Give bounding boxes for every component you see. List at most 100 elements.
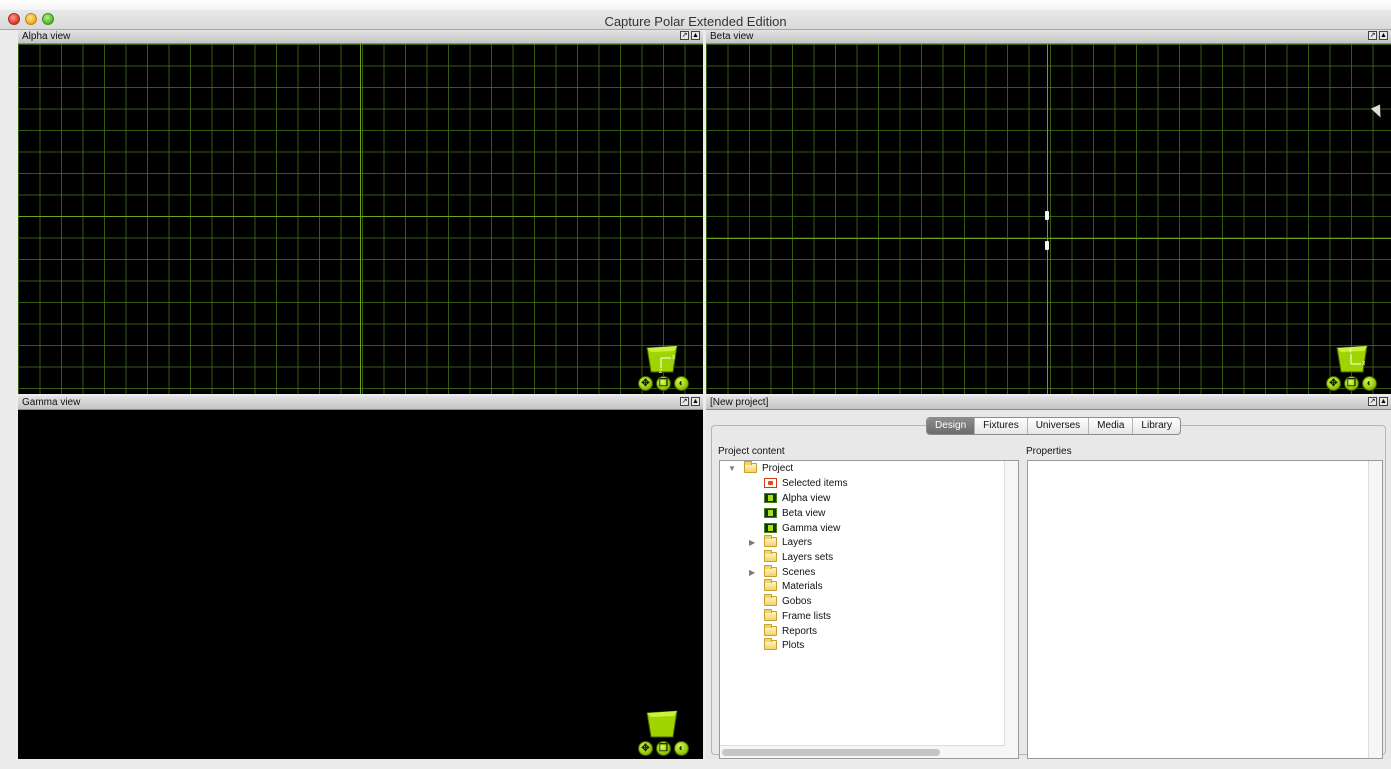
detach-icon[interactable]: ↗ — [680, 397, 689, 406]
tab-bar: Design Fixtures Universes Media Library — [926, 417, 1181, 435]
tree-item-project[interactable]: Project — [744, 461, 793, 475]
folder-icon — [764, 609, 777, 621]
tree-item-plots[interactable]: Plots — [764, 638, 804, 652]
svg-text:Z: Z — [659, 369, 663, 374]
tree-item-materials[interactable]: Materials — [764, 579, 823, 593]
eject-icon[interactable]: ▲ — [691, 397, 700, 406]
tree-item-gobos[interactable]: Gobos — [764, 594, 811, 608]
gamma-view-panel: Gamma view ↗ ▲ ✥ ❐ ◐ — [18, 396, 703, 759]
zoom-icon[interactable]: ◐ — [1362, 376, 1377, 391]
disclosure-collapsed-icon[interactable]: ▶ — [749, 538, 755, 547]
tree-item-label: Project — [762, 462, 794, 474]
tab-design[interactable]: Design — [927, 418, 975, 434]
folder-icon — [764, 594, 777, 606]
copy-icon[interactable]: ❐ — [1344, 376, 1359, 391]
fixture-marker[interactable] — [1045, 241, 1049, 250]
tree-item-frame-lists[interactable]: Frame lists — [764, 609, 831, 623]
orientation-cube-icon[interactable]: X Y — [1333, 344, 1371, 374]
gamma-view-header: Gamma view ↗ ▲ — [18, 396, 703, 410]
folder-icon — [764, 579, 777, 591]
gamma-view-title: Gamma view — [22, 397, 81, 408]
tab-fixtures[interactable]: Fixtures — [974, 418, 1027, 434]
beta-viewport[interactable]: X Y ✥ ❐ ◐ — [706, 44, 1391, 394]
view-controls: ✥ ❐ ◐ — [638, 376, 689, 391]
tree-item-alpha-view[interactable]: Alpha view — [764, 491, 830, 505]
folder-icon — [764, 565, 777, 577]
fixture-marker[interactable] — [1045, 211, 1049, 220]
view-icon — [764, 523, 777, 533]
move-icon[interactable]: ✥ — [638, 741, 653, 756]
tree-item-label: Plots — [782, 639, 805, 651]
tree-item-label: Beta view — [782, 507, 826, 519]
tree-item-scenes[interactable]: Scenes — [764, 565, 815, 579]
tree-item-label: Frame lists — [782, 610, 831, 622]
vertical-scrollbar[interactable] — [1004, 461, 1018, 758]
alpha-viewport[interactable]: X Z ✥ ❐ ◐ — [18, 44, 703, 394]
folder-icon — [764, 638, 777, 650]
disclosure-expanded-icon[interactable]: ▼ — [728, 464, 736, 473]
detach-icon[interactable]: ↗ — [680, 31, 689, 40]
folder-icon — [744, 461, 757, 473]
vertical-scrollbar[interactable] — [1368, 461, 1382, 758]
tree-item-label: Materials — [782, 580, 823, 592]
tab-library[interactable]: Library — [1132, 418, 1180, 434]
eject-icon[interactable]: ▲ — [691, 31, 700, 40]
view-controls: ✥ ❐ ◐ — [1326, 376, 1377, 391]
eject-icon[interactable]: ▲ — [1379, 31, 1388, 40]
alpha-view-title: Alpha view — [22, 31, 71, 42]
horizontal-scrollbar[interactable] — [720, 745, 1005, 758]
alpha-view-panel: Alpha view ↗ ▲ X Z ✥ ❐ ◐ — [18, 30, 703, 394]
disclosure-collapsed-icon[interactable]: ▶ — [749, 568, 755, 577]
tree-item-gamma-view[interactable]: Gamma view — [764, 521, 840, 535]
project-content-label: Project content — [718, 446, 785, 457]
tree-item-label: Reports — [782, 625, 818, 637]
view-icon — [764, 493, 777, 503]
folder-icon — [764, 535, 777, 547]
properties-box[interactable] — [1027, 460, 1383, 759]
beta-view-header: Beta view ↗ ▲ — [706, 30, 1391, 44]
folder-icon — [764, 624, 777, 636]
move-icon[interactable]: ✥ — [638, 376, 653, 391]
x-axis-line — [18, 216, 703, 217]
tree-item-label: Alpha view — [782, 492, 831, 504]
svg-text:X: X — [672, 355, 676, 361]
view-icon — [764, 508, 777, 518]
title-bar: Capture Polar Extended Edition — [0, 0, 1391, 30]
tree-item-label: Gamma view — [782, 522, 841, 534]
gamma-viewport[interactable]: ✥ ❐ ◐ — [18, 410, 703, 759]
tree-item-selected-items[interactable]: Selected items — [764, 476, 848, 490]
alpha-view-header: Alpha view ↗ ▲ — [18, 30, 703, 44]
view-controls: ✥ ❐ ◐ — [638, 741, 689, 756]
selection-icon — [764, 478, 777, 488]
tab-media[interactable]: Media — [1088, 418, 1132, 434]
orientation-cube-icon[interactable] — [643, 709, 681, 739]
project-body: Design Fixtures Universes Media Library … — [706, 410, 1391, 759]
zoom-icon[interactable]: ◐ — [674, 741, 689, 756]
beta-view-panel: Beta view ↗ ▲ X Y ✥ ❐ ◐ — [706, 30, 1391, 394]
project-tree[interactable]: ▼ Project Selected items Alpha view Beta… — [719, 460, 1019, 759]
tree-item-layers[interactable]: Layers — [764, 535, 812, 549]
orientation-cube-icon[interactable]: X Z — [643, 344, 681, 374]
window-title: Capture Polar Extended Edition — [604, 14, 787, 29]
tree-item-beta-view[interactable]: Beta view — [764, 506, 825, 520]
project-panel-header: [New project] ↗ ▲ — [706, 396, 1391, 410]
tree-item-label: Layers sets — [782, 551, 834, 563]
y-axis-line — [360, 44, 361, 394]
move-icon[interactable]: ✥ — [1326, 376, 1341, 391]
project-panel: [New project] ↗ ▲ Design Fixtures Univer… — [706, 396, 1391, 759]
detach-icon[interactable]: ↗ — [1368, 31, 1377, 40]
scrollbar-thumb[interactable] — [722, 749, 940, 756]
tree-item-reports[interactable]: Reports — [764, 624, 817, 638]
tree-item-label: Scenes — [782, 566, 816, 578]
detach-icon[interactable]: ↗ — [1368, 397, 1377, 406]
tree-item-label: Selected items — [782, 477, 848, 489]
zoom-icon[interactable]: ◐ — [674, 376, 689, 391]
beta-view-title: Beta view — [710, 31, 754, 42]
eject-icon[interactable]: ▲ — [1379, 397, 1388, 406]
tree-item-layers-sets[interactable]: Layers sets — [764, 550, 833, 564]
properties-label: Properties — [1026, 446, 1072, 457]
copy-icon[interactable]: ❐ — [656, 741, 671, 756]
copy-icon[interactable]: ❐ — [656, 376, 671, 391]
tab-universes[interactable]: Universes — [1026, 418, 1088, 434]
folder-icon — [764, 550, 777, 562]
